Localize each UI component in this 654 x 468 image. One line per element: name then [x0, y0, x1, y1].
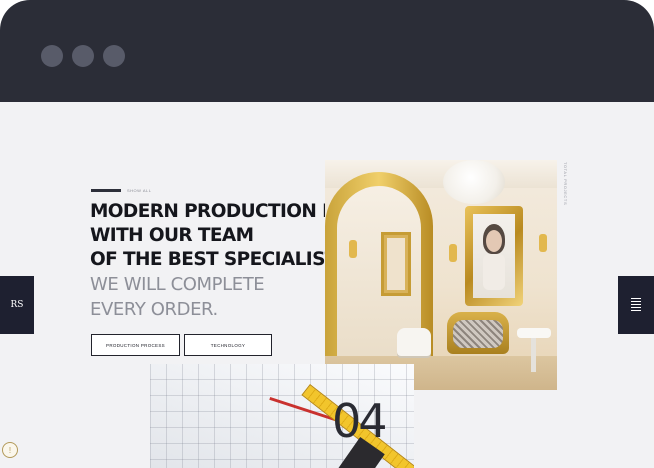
page-viewport: SHOW ALL MODERN PRODUCTION PLANT WITH OU…	[0, 102, 654, 468]
logo-text: RS	[10, 300, 24, 310]
portrait-frame	[465, 206, 523, 306]
slide-counter: 04	[332, 394, 388, 448]
eyebrow: SHOW ALL	[91, 188, 151, 193]
title-bar	[0, 0, 654, 102]
menu-button[interactable]	[618, 276, 654, 334]
technology-button[interactable]: TECHNOLOGY	[184, 334, 272, 356]
sofa	[447, 312, 509, 354]
window-dot-icon[interactable]	[103, 45, 125, 67]
salon-chair	[397, 328, 431, 356]
side-table	[517, 328, 551, 338]
eyebrow-text[interactable]: SHOW ALL	[127, 188, 151, 193]
mirror	[381, 232, 411, 296]
hamburger-icon	[631, 298, 641, 312]
production-process-button[interactable]: PRODUCTION PROCESS	[91, 334, 180, 356]
sconce	[449, 244, 457, 262]
salon-photo	[325, 160, 557, 390]
window-dot-icon[interactable]	[41, 45, 63, 67]
logo-tab[interactable]: RS	[0, 276, 34, 334]
sconce	[349, 240, 357, 258]
info-icon[interactable]: !	[2, 442, 18, 458]
side-caption: TOTAL PROJECTS	[563, 162, 568, 206]
chandelier	[443, 160, 505, 204]
sconce	[539, 234, 547, 252]
browser-window: SHOW ALL MODERN PRODUCTION PLANT WITH OU…	[0, 0, 654, 468]
window-dot-icon[interactable]	[72, 45, 94, 67]
eyebrow-bar	[91, 189, 121, 192]
